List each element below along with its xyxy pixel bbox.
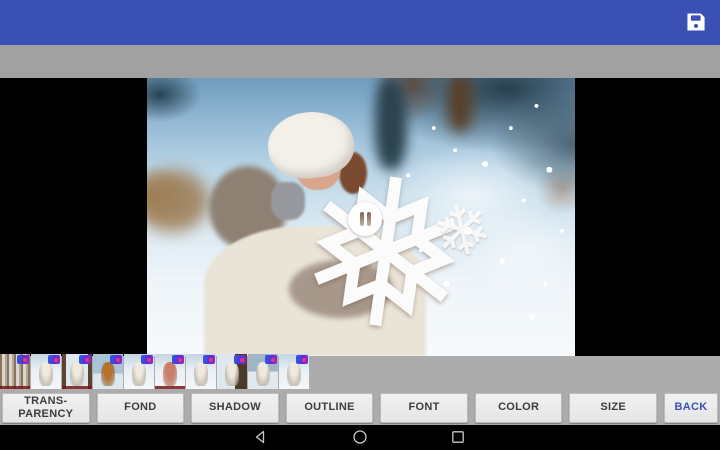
nav-home-button[interactable] (352, 429, 368, 445)
app-bar (0, 0, 720, 45)
recents-square-icon (450, 431, 466, 448)
action-button-row: TRANS-PARENCY FOND SHADOW OUTLINE FONT C… (2, 393, 719, 423)
photo-editor-app: { "appbar": { "background_color": "#3a50… (0, 0, 720, 450)
shadow-button[interactable]: SHADOW (191, 393, 279, 423)
android-navigation-bar (0, 425, 720, 450)
editor-canvas: ❅ ❄ (0, 78, 720, 356)
premium-badge-icon (79, 355, 91, 364)
save-button[interactable] (685, 11, 707, 33)
thumbnail[interactable] (0, 354, 30, 389)
premium-badge-icon (17, 355, 29, 364)
back-button[interactable]: BACK (664, 393, 719, 423)
fond-button[interactable]: FOND (96, 393, 185, 423)
pause-button[interactable] (348, 202, 382, 236)
premium-badge-icon (203, 355, 215, 364)
outline-button[interactable]: OUTLINE (285, 393, 374, 423)
pause-icon (360, 212, 364, 226)
thumbnail[interactable] (31, 354, 61, 389)
premium-badge-icon (48, 355, 60, 364)
nav-back-button[interactable] (252, 429, 268, 445)
thumbnail[interactable] (217, 354, 247, 389)
thumbnail[interactable] (186, 354, 216, 389)
premium-badge-icon (234, 355, 246, 364)
thumbnail[interactable] (279, 354, 309, 389)
photo-preview: ❅ ❄ (147, 78, 575, 356)
thumbnail-strip (0, 354, 309, 389)
thumbnail[interactable] (248, 354, 278, 389)
home-circle-icon (352, 430, 368, 448)
size-button[interactable]: SIZE (569, 393, 658, 423)
transparency-button[interactable]: TRANS-PARENCY (2, 393, 90, 423)
thumbnail[interactable] (155, 354, 185, 389)
font-button[interactable]: FONT (380, 393, 468, 423)
thumbnail[interactable] (124, 354, 154, 389)
secondary-toolbar (0, 45, 720, 78)
pause-icon (367, 212, 371, 226)
premium-badge-icon (141, 355, 153, 364)
save-icon (685, 13, 707, 36)
back-triangle-icon (252, 430, 268, 448)
premium-badge-icon (296, 355, 308, 364)
nav-recents-button[interactable] (450, 429, 466, 445)
color-button[interactable]: COLOR (474, 393, 563, 423)
premium-badge-icon (172, 355, 184, 364)
thumbnail[interactable] (93, 354, 123, 389)
premium-badge-icon (110, 355, 122, 364)
premium-badge-icon (265, 355, 277, 364)
thumbnail[interactable] (62, 354, 92, 389)
